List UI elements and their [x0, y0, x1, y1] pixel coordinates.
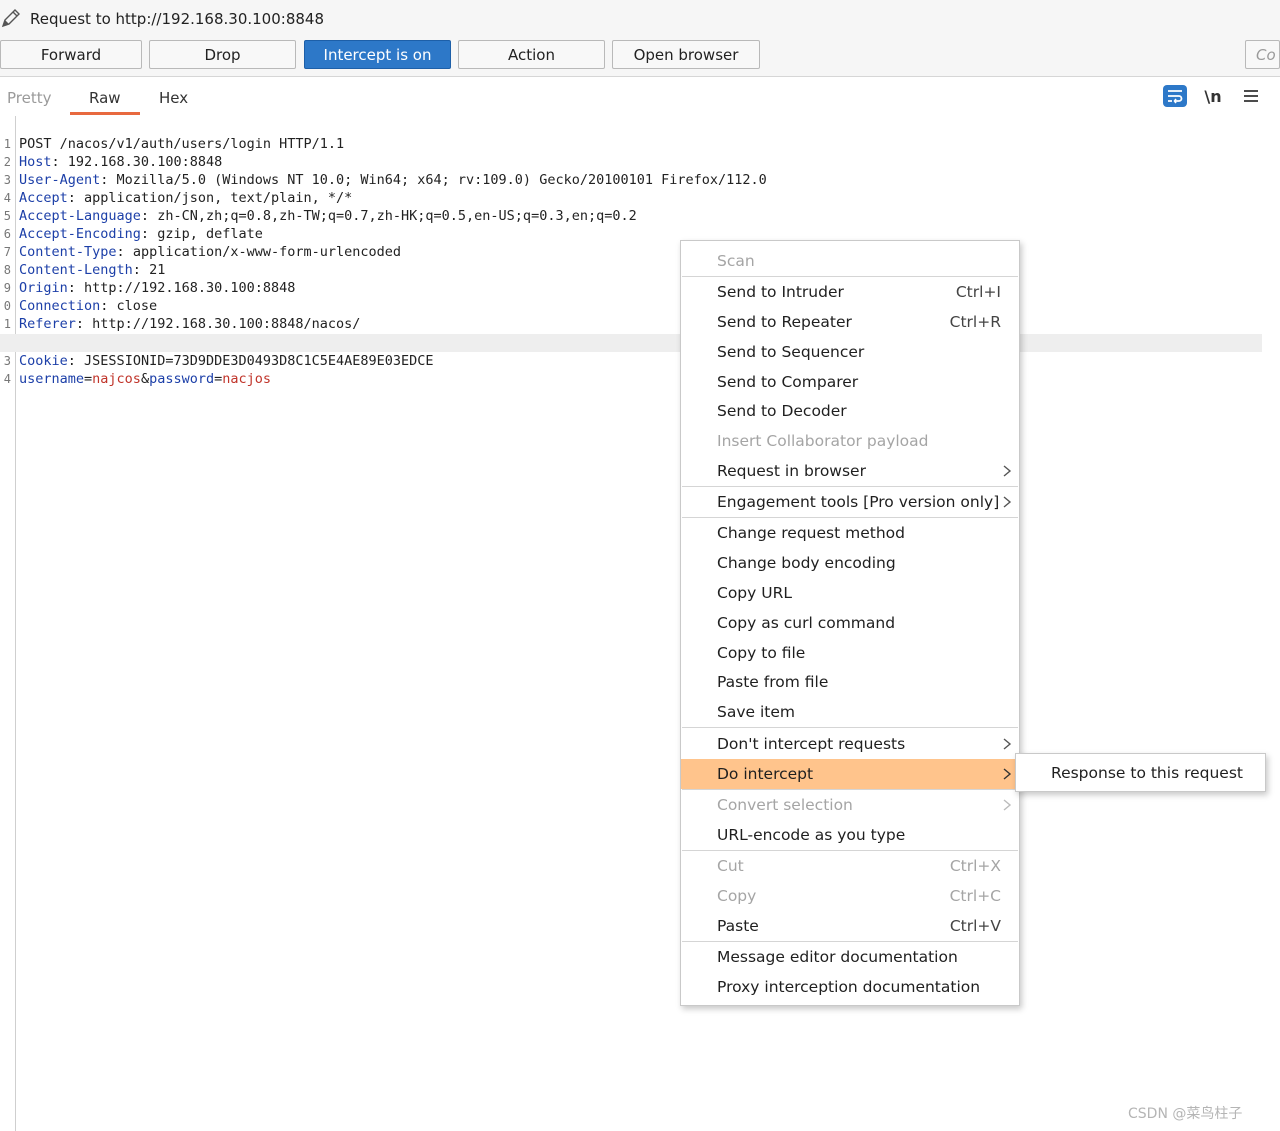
menu-item-paste-from-file[interactable]: Paste from file	[681, 667, 1019, 697]
menu-item-paste[interactable]: Paste Ctrl+V	[681, 911, 1019, 941]
menu-item-url-encode-as-you-type[interactable]: URL-encode as you type	[681, 820, 1019, 850]
tab-pretty[interactable]: Pretty	[7, 89, 52, 107]
active-tab-indicator	[70, 112, 140, 115]
header-line: 8 Content-Length: 21	[3, 262, 166, 278]
context-menu: Scan Send to Intruder Ctrl+I Send to Repe…	[680, 240, 1020, 1006]
request-line: 1 POST /nacos/v1/auth/users/login HTTP/1.…	[3, 136, 345, 152]
menu-item-request-in-browser[interactable]: Request in browser	[681, 456, 1019, 486]
body-line: 4 username=najcos&password=nacjos	[3, 371, 272, 387]
request-title-bar: Request to http://192.168.30.100:8848	[0, 0, 1280, 38]
chevron-right-icon	[1003, 496, 1012, 508]
menu-item-copy[interactable]: Copy Ctrl+C	[681, 881, 1019, 911]
chevron-right-icon	[1003, 768, 1012, 780]
header-line: 7 Content-Type: application/x-www-form-ur…	[3, 244, 402, 260]
menu-item-cut[interactable]: Cut Ctrl+X	[681, 851, 1019, 881]
blank-line: 2	[0, 315, 1262, 349]
menu-item-send-to-intruder[interactable]: Send to Intruder Ctrl+I	[681, 277, 1019, 307]
menu-item-proxy-interception-docs[interactable]: Proxy interception documentation	[681, 972, 1019, 1002]
menu-item-copy-to-file[interactable]: Copy to file	[681, 638, 1019, 668]
chevron-right-icon	[1003, 465, 1012, 477]
forward-button[interactable]: Forward	[0, 40, 142, 69]
tab-raw[interactable]: Raw	[89, 89, 121, 107]
hamburger-menu-icon[interactable]	[1240, 84, 1262, 108]
header-line: 9 Origin: http://192.168.30.100:8848	[3, 280, 296, 296]
intercept-toggle-button[interactable]: Intercept is on	[304, 40, 451, 69]
menu-item-copy-url[interactable]: Copy URL	[681, 578, 1019, 608]
menu-item-scan[interactable]: Scan	[681, 246, 1019, 276]
header-line: 6 Accept-Encoding: gzip, deflate	[3, 226, 263, 242]
open-browser-button[interactable]: Open browser	[612, 40, 760, 69]
header-line: 1 Referer: http://192.168.30.100:8848/nac…	[3, 316, 361, 332]
menu-item-send-to-comparer[interactable]: Send to Comparer	[681, 367, 1019, 397]
chevron-right-icon	[1003, 799, 1012, 811]
do-intercept-submenu: Response to this request	[1015, 753, 1266, 792]
action-button[interactable]: Action	[458, 40, 605, 69]
menu-item-send-to-sequencer[interactable]: Send to Sequencer	[681, 337, 1019, 367]
comment-field[interactable]: Co	[1245, 40, 1280, 69]
menu-item-send-to-repeater[interactable]: Send to Repeater Ctrl+R	[681, 307, 1019, 337]
menu-item-do-intercept[interactable]: Do intercept	[681, 759, 1019, 789]
editor-view-tabs: Pretty Raw Hex \n	[0, 78, 1280, 117]
menu-item-insert-collaborator-payload[interactable]: Insert Collaborator payload	[681, 426, 1019, 456]
menu-item-send-to-decoder[interactable]: Send to Decoder	[681, 396, 1019, 426]
intercept-toolbar: Forward Drop Intercept is on Action Open…	[0, 38, 1280, 77]
wrap-lines-icon[interactable]	[1162, 84, 1188, 108]
menu-item-change-request-method[interactable]: Change request method	[681, 518, 1019, 548]
newline-toggle-icon[interactable]: \n	[1200, 84, 1226, 108]
menu-item-convert-selection[interactable]: Convert selection	[681, 790, 1019, 820]
menu-item-change-body-encoding[interactable]: Change body encoding	[681, 548, 1019, 578]
pencil-icon	[1, 9, 20, 28]
drop-button[interactable]: Drop	[149, 40, 296, 69]
request-title: Request to http://192.168.30.100:8848	[30, 10, 324, 28]
raw-request-editor[interactable]: 1 POST /nacos/v1/auth/users/login HTTP/1.…	[0, 116, 1280, 1131]
menu-item-message-editor-docs[interactable]: Message editor documentation	[681, 942, 1019, 972]
header-line: 0 Connection: close	[3, 298, 158, 314]
header-line: 3 User-Agent: Mozilla/5.0 (Windows NT 10.…	[3, 172, 767, 188]
tab-hex[interactable]: Hex	[159, 89, 188, 107]
menu-item-save-item[interactable]: Save item	[681, 697, 1019, 727]
menu-separator	[682, 727, 1018, 728]
cookie-line: 3 Cookie: JSESSIONID=73D9DDE3D0493D8C1C5E…	[0, 334, 1262, 369]
menu-item-copy-as-curl[interactable]: Copy as curl command	[681, 608, 1019, 638]
watermark: CSDN @菜鸟柱子	[1128, 1106, 1243, 1122]
menu-item-dont-intercept[interactable]: Don't intercept requests	[681, 729, 1019, 759]
header-line: 4 Accept: application/json, text/plain, *…	[3, 190, 353, 206]
chevron-right-icon	[1003, 738, 1012, 750]
header-line: 5 Accept-Language: zh-CN,zh;q=0.8,zh-TW;q…	[3, 208, 637, 224]
header-line: 2 Host: 192.168.30.100:8848	[3, 154, 223, 170]
submenu-item-response-to-this-request[interactable]: Response to this request	[1051, 764, 1243, 782]
menu-item-engagement-tools[interactable]: Engagement tools [Pro version only]	[681, 487, 1019, 517]
